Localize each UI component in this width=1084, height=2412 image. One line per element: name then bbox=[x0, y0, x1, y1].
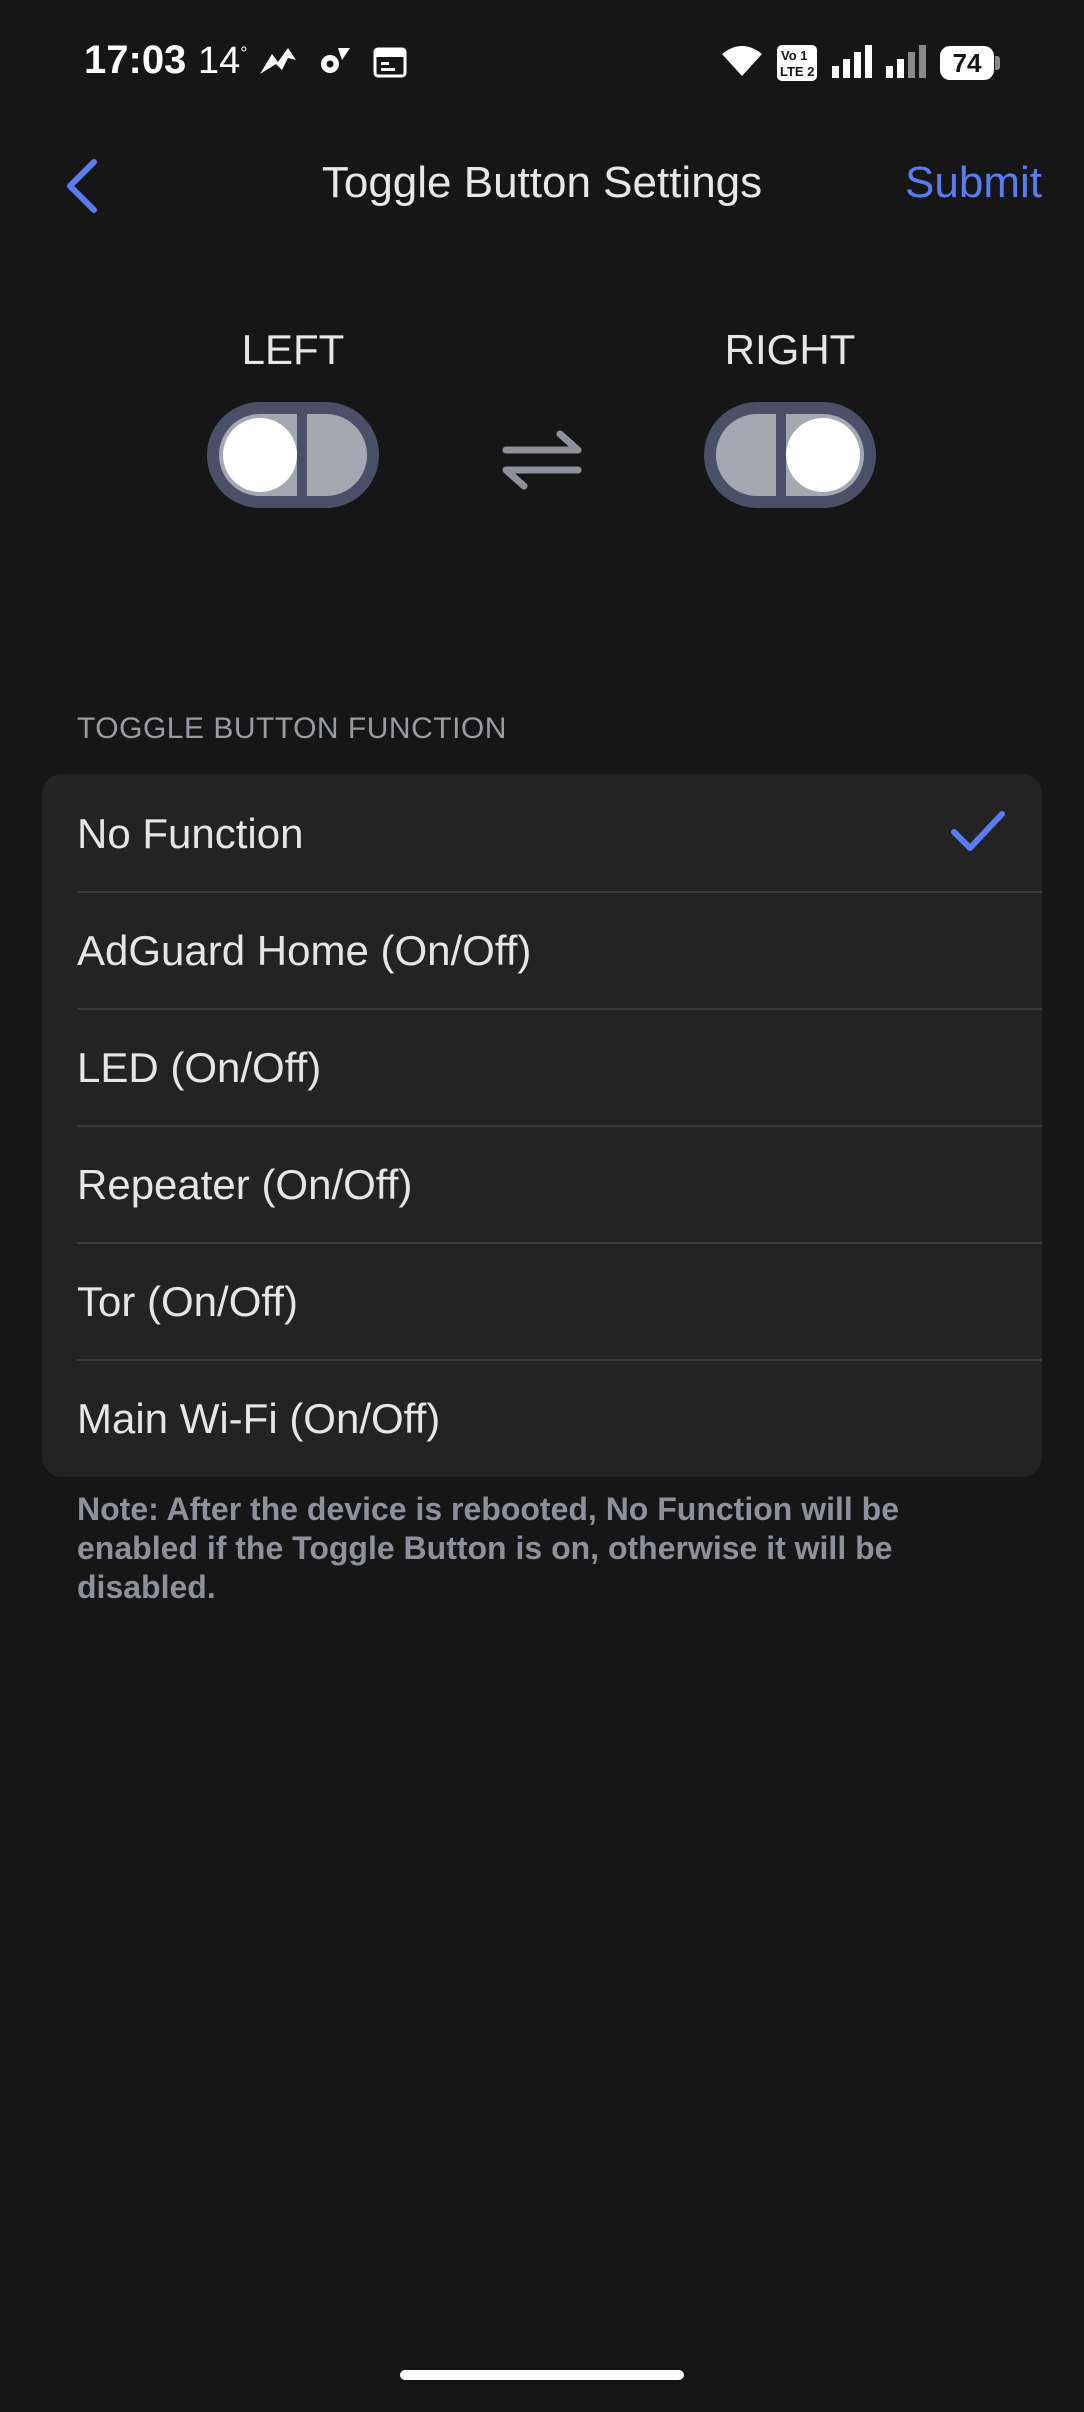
settings-gear-icon bbox=[321, 48, 350, 73]
option-label: LED (On/Off) bbox=[77, 1044, 322, 1091]
option-label: Tor (On/Off) bbox=[77, 1278, 298, 1325]
volte-icon: Vo 1 LTE 2 bbox=[777, 45, 817, 81]
svg-text:Vo 1: Vo 1 bbox=[781, 48, 808, 63]
status-temperature: 14° bbox=[198, 40, 248, 82]
home-indicator[interactable] bbox=[400, 2370, 684, 2380]
svg-text:LTE 2: LTE 2 bbox=[780, 64, 814, 79]
option-tor[interactable]: Tor (On/Off) bbox=[42, 1242, 1042, 1359]
battery-icon: 74 bbox=[940, 46, 994, 80]
status-time: 17:03 bbox=[84, 38, 187, 82]
battery-tip bbox=[995, 56, 1000, 70]
toggle-knob bbox=[786, 418, 860, 492]
note-text: Note: After the device is rebooted, No F… bbox=[77, 1491, 899, 1605]
status-bar: 17:03 14° Vo 1 LTE 2 74 bbox=[0, 0, 1084, 130]
signal-sim2-icon bbox=[886, 45, 926, 78]
toggle-knob bbox=[223, 418, 297, 492]
weather-icon bbox=[260, 48, 296, 74]
checkmark-icon bbox=[951, 811, 1005, 851]
option-label: AdGuard Home (On/Off) bbox=[77, 927, 532, 974]
function-options-list: No Function AdGuard Home (On/Off) LED (O… bbox=[42, 774, 1042, 1477]
calendar-icon bbox=[373, 47, 407, 78]
wifi-icon bbox=[722, 46, 762, 76]
option-led[interactable]: LED (On/Off) bbox=[42, 1008, 1042, 1125]
option-repeater[interactable]: Repeater (On/Off) bbox=[42, 1125, 1042, 1242]
left-toggle-switch bbox=[207, 402, 379, 508]
swap-arrows-icon bbox=[502, 430, 582, 490]
option-label: No Function bbox=[77, 810, 304, 857]
toggle-preview: LEFT RIGHT bbox=[0, 320, 1084, 520]
section-title: TOGGLE BUTTON FUNCTION bbox=[77, 712, 507, 745]
signal-sim1-icon bbox=[832, 45, 872, 78]
submit-button[interactable]: Submit bbox=[905, 158, 1042, 208]
option-label: Repeater (On/Off) bbox=[77, 1161, 413, 1208]
right-label: RIGHT bbox=[724, 326, 856, 373]
option-main-wifi[interactable]: Main Wi-Fi (On/Off) bbox=[42, 1359, 1042, 1476]
option-label: Main Wi-Fi (On/Off) bbox=[77, 1395, 441, 1442]
option-adguard-home[interactable]: AdGuard Home (On/Off) bbox=[42, 891, 1042, 1008]
option-no-function[interactable]: No Function bbox=[42, 774, 1042, 891]
right-toggle-switch bbox=[704, 402, 876, 508]
left-toggle-preview: LEFT bbox=[183, 320, 403, 508]
header-bar: Toggle Button Settings Submit bbox=[0, 140, 1084, 230]
right-toggle-preview: RIGHT bbox=[680, 320, 900, 508]
left-label: LEFT bbox=[241, 326, 345, 373]
